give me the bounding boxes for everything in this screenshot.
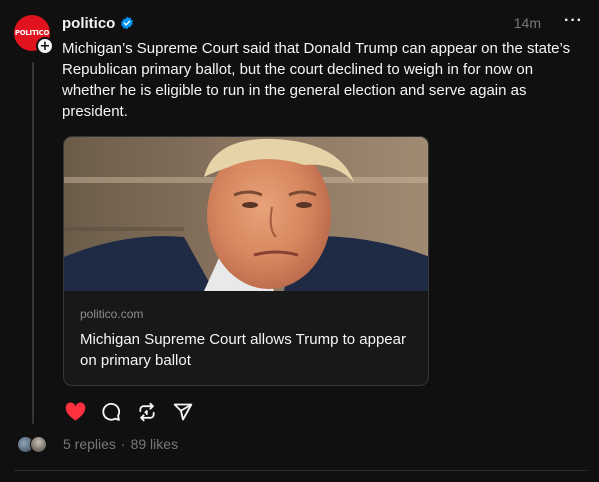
follow-plus-icon[interactable]: + bbox=[36, 37, 54, 55]
comment-icon[interactable] bbox=[99, 400, 123, 424]
verified-badge-icon bbox=[120, 16, 134, 30]
thread-post: POLITICO + politico 14m ··· Michigan’s S… bbox=[0, 0, 599, 482]
link-preview-card[interactable]: politico.com Michigan Supreme Court allo… bbox=[63, 136, 429, 386]
repost-icon[interactable] bbox=[135, 400, 159, 424]
reply-avatars bbox=[17, 436, 51, 454]
likes-count[interactable]: 89 likes bbox=[131, 436, 178, 452]
send-icon[interactable] bbox=[171, 400, 195, 424]
replier-avatar bbox=[30, 436, 47, 453]
post-text: Michigan’s Supreme Court said that Donal… bbox=[62, 40, 571, 120]
link-preview-image bbox=[64, 137, 428, 291]
stats-separator: · bbox=[120, 436, 126, 452]
username[interactable]: politico bbox=[62, 15, 115, 32]
post-header: politico 14m ··· bbox=[62, 12, 585, 34]
more-horizontal-icon[interactable]: ··· bbox=[564, 12, 583, 30]
link-title: Michigan Supreme Court allows Trump to a… bbox=[80, 331, 406, 369]
author-avatar[interactable]: POLITICO + bbox=[14, 15, 54, 55]
post-stats: 5 replies · 89 likes bbox=[63, 436, 178, 452]
link-domain: politico.com bbox=[80, 307, 144, 321]
thread-line bbox=[32, 62, 34, 424]
post-time: 14m bbox=[513, 15, 541, 31]
heart-filled-icon[interactable] bbox=[63, 400, 87, 424]
post-actions bbox=[63, 400, 207, 424]
post-divider bbox=[14, 470, 587, 471]
replies-count[interactable]: 5 replies bbox=[63, 436, 116, 452]
